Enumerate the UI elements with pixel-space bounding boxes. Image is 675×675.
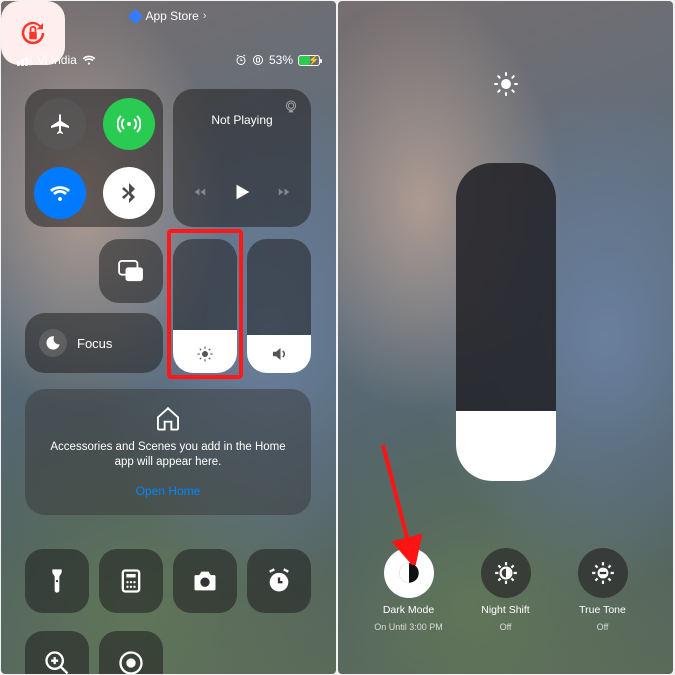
dark-mode-title: Dark Mode: [383, 604, 434, 616]
return-to-app-banner[interactable]: App Store ›: [1, 9, 336, 23]
brightness-slider-large[interactable]: [456, 163, 556, 481]
brightness-expanded-panel: Dark Mode On Until 3:00 PM Night Shift O…: [338, 1, 673, 674]
orientation-status-icon: [252, 54, 264, 66]
night-shift-title: Night Shift: [481, 604, 529, 616]
bluetooth-button[interactable]: [103, 167, 155, 219]
open-home-link[interactable]: Open Home: [136, 483, 201, 499]
alarm-button[interactable]: [247, 549, 311, 613]
screen-record-button[interactable]: [99, 631, 163, 674]
dark-mode-icon: [396, 560, 422, 586]
highlight-box: [167, 229, 243, 379]
media-controls: [193, 181, 291, 203]
home-tile[interactable]: Accessories and Scenes you add in the Ho…: [25, 389, 311, 515]
carrier-label: Vi India: [37, 53, 77, 67]
control-center-panel: App Store › Vi India 53% ⚡: [1, 1, 336, 674]
wifi-button[interactable]: [34, 167, 86, 219]
sun-large-icon: [338, 79, 673, 89]
night-shift-icon: [493, 560, 519, 586]
app-name: App Store: [145, 9, 198, 23]
volume-slider[interactable]: [247, 239, 311, 373]
now-playing-label: Not Playing: [211, 113, 272, 127]
focus-label: Focus: [77, 336, 112, 351]
dark-mode-sub: On Until 3:00 PM: [374, 622, 443, 632]
focus-button[interactable]: Focus: [25, 313, 163, 373]
forward-button[interactable]: [277, 185, 291, 199]
moon-icon: [39, 329, 67, 357]
dark-mode-button[interactable]: Dark Mode On Until 3:00 PM: [364, 548, 454, 632]
true-tone-title: True Tone: [579, 604, 626, 616]
rewind-button[interactable]: [193, 185, 207, 199]
night-shift-sub: Off: [500, 622, 512, 632]
camera-button[interactable]: [173, 549, 237, 613]
home-icon: [154, 405, 182, 432]
true-tone-sub: Off: [597, 622, 609, 632]
battery-icon: ⚡: [298, 55, 320, 66]
screen-mirror-button[interactable]: [99, 239, 163, 303]
signal-icon: [17, 55, 32, 66]
true-tone-button[interactable]: True Tone Off: [558, 548, 648, 632]
speaker-icon: [247, 345, 311, 363]
play-button[interactable]: [231, 181, 253, 203]
connectivity-group[interactable]: [25, 89, 163, 227]
airplay-icon: [283, 99, 299, 115]
cellular-button[interactable]: [103, 98, 155, 150]
chevron-right-icon: ›: [203, 10, 207, 22]
media-tile[interactable]: Not Playing: [173, 89, 311, 227]
magnifier-button[interactable]: [25, 631, 89, 674]
alarm-status-icon: [235, 54, 247, 66]
wifi-status-icon: [82, 54, 96, 66]
flashlight-button[interactable]: [25, 549, 89, 613]
night-shift-button[interactable]: Night Shift Off: [461, 548, 551, 632]
calculator-button[interactable]: [99, 549, 163, 613]
battery-pct: 53%: [269, 53, 293, 67]
home-text: Accessories and Scenes you add in the Ho…: [41, 440, 295, 471]
display-options-row: Dark Mode On Until 3:00 PM Night Shift O…: [338, 548, 673, 632]
airplane-mode-button[interactable]: [34, 98, 86, 150]
true-tone-icon: [590, 560, 616, 586]
location-icon: [128, 8, 144, 24]
status-bar: Vi India 53% ⚡: [1, 49, 336, 71]
